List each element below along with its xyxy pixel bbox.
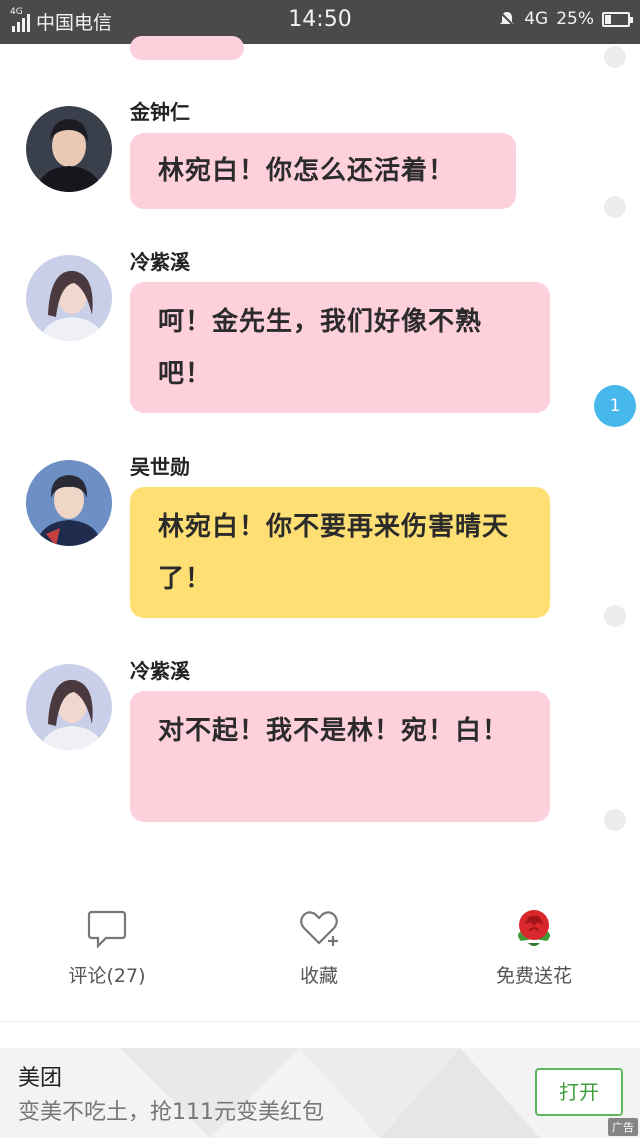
message-bubble[interactable]: 对不起！我不是林！宛！白！ — [130, 691, 550, 822]
ad-description: 变美不吃土，抢111元变美红包 — [18, 1100, 324, 1125]
side-dot[interactable] — [604, 196, 626, 218]
send-flower-button[interactable]: 免费送花 — [454, 895, 614, 988]
sender-name: 金钟仁 — [130, 100, 190, 124]
message-bubble[interactable]: 呵！金先生，我们好像不熟吧！ — [130, 282, 550, 413]
battery-icon — [602, 11, 633, 27]
sender-name: 吴世勋 — [130, 455, 190, 479]
sender-name: 冷紫溪 — [130, 659, 190, 683]
heart-plus-icon — [300, 911, 338, 946]
ad-open-button[interactable]: 打开 — [535, 1068, 623, 1116]
previous-message-bubble — [130, 36, 244, 60]
network-label: 4G — [524, 9, 549, 29]
flower-label: 免费送花 — [495, 965, 572, 987]
unread-count-badge[interactable]: 1 — [594, 385, 636, 427]
mute-bell-icon — [499, 11, 515, 27]
comment-label: 评论(27) — [68, 965, 146, 987]
message-bubble[interactable]: 林宛白！你不要再来伤害晴天了！ — [130, 487, 550, 618]
ad-banner[interactable]: 美团 变美不吃土，抢111元变美红包 打开 广告 — [0, 1048, 640, 1138]
side-dot[interactable] — [604, 605, 626, 627]
side-dot[interactable] — [604, 809, 626, 831]
comment-button[interactable]: 评论(27) — [27, 895, 187, 988]
avatar[interactable] — [26, 460, 112, 546]
battery-fill — [605, 14, 611, 24]
avatar[interactable] — [26, 664, 112, 750]
divider — [0, 1021, 640, 1022]
avatar[interactable] — [26, 106, 112, 192]
rose-icon — [518, 910, 550, 946]
ad-tag: 广告 — [608, 1118, 638, 1136]
message-bubble[interactable]: 林宛白！你怎么还活着！ — [130, 133, 516, 209]
favorite-button[interactable]: 收藏 — [239, 895, 399, 988]
side-dot[interactable] — [604, 46, 626, 68]
ad-title: 美团 — [18, 1066, 63, 1091]
status-right: 4G 25% — [498, 9, 633, 29]
action-bar: 评论(27) 收藏 免费送花 — [0, 895, 640, 1005]
avatar[interactable] — [26, 255, 112, 341]
speech-bubble-icon — [87, 910, 127, 949]
battery-percent: 25% — [556, 9, 594, 29]
status-bar: 4G 中国电信 14:50 4G 25% — [0, 0, 640, 44]
favorite-label: 收藏 — [299, 965, 338, 987]
sender-name: 冷紫溪 — [130, 250, 190, 274]
